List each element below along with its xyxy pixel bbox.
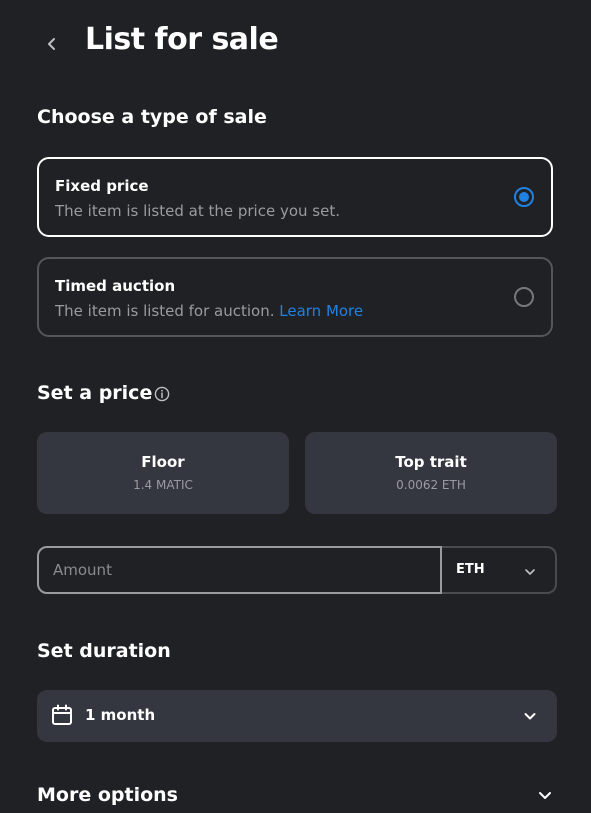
floor-price-title: Floor bbox=[141, 453, 185, 471]
currency-select[interactable]: ETH bbox=[442, 546, 557, 594]
currency-label: ETH bbox=[456, 562, 485, 577]
duration-value: 1 month bbox=[85, 706, 156, 724]
chevron-left-icon bbox=[48, 38, 55, 50]
set-price-heading: Set a price bbox=[37, 382, 153, 404]
floor-price-card[interactable]: Floor 1.4 MATIC bbox=[37, 432, 289, 514]
more-options-toggle[interactable]: More options bbox=[37, 782, 557, 812]
sale-type-heading: Choose a type of sale bbox=[37, 106, 267, 128]
timed-auction-option[interactable]: Timed auction The item is listed for auc… bbox=[37, 257, 553, 337]
top-trait-value: 0.0062 ETH bbox=[396, 478, 466, 492]
duration-select[interactable]: 1 month bbox=[37, 690, 557, 742]
more-options-label: More options bbox=[37, 784, 178, 806]
timed-auction-radio[interactable] bbox=[514, 287, 534, 307]
fixed-price-title: Fixed price bbox=[55, 177, 149, 195]
set-duration-heading: Set duration bbox=[37, 640, 171, 662]
chevron-down-icon bbox=[524, 713, 536, 720]
fixed-price-description: The item is listed at the price you set. bbox=[55, 202, 340, 220]
amount-input[interactable] bbox=[37, 546, 442, 594]
calendar-icon bbox=[52, 704, 72, 725]
fixed-price-radio[interactable] bbox=[514, 187, 534, 207]
chevron-down-icon bbox=[539, 792, 551, 799]
timed-auction-description: The item is listed for auction. Learn Mo… bbox=[55, 302, 363, 320]
timed-auction-title: Timed auction bbox=[55, 277, 176, 295]
page-title: List for sale bbox=[85, 22, 279, 57]
chevron-down-icon bbox=[525, 569, 535, 575]
back-button[interactable] bbox=[38, 30, 66, 58]
fixed-price-option[interactable]: Fixed price The item is listed at the pr… bbox=[37, 157, 553, 237]
top-trait-price-card[interactable]: Top trait 0.0062 ETH bbox=[305, 432, 557, 514]
floor-price-value: 1.4 MATIC bbox=[133, 478, 193, 492]
timed-auction-description-text: The item is listed for auction. bbox=[55, 302, 275, 320]
info-icon[interactable] bbox=[154, 386, 170, 402]
learn-more-link[interactable]: Learn More bbox=[279, 302, 363, 320]
top-trait-title: Top trait bbox=[395, 453, 467, 471]
